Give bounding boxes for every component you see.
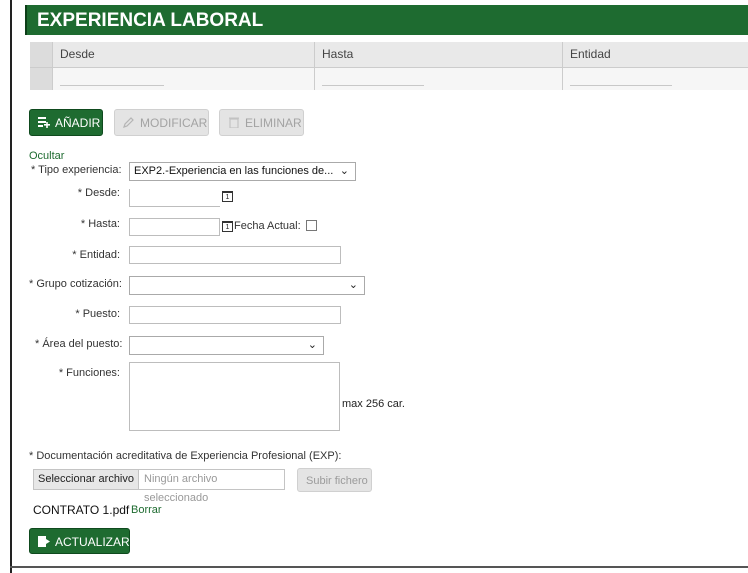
window-frame-bottom bbox=[10, 566, 748, 568]
funciones-textarea[interactable] bbox=[129, 362, 340, 431]
modify-button-label: MODIFICAR bbox=[140, 116, 208, 130]
column-divider bbox=[52, 68, 53, 90]
window-frame-left bbox=[10, 0, 12, 573]
puesto-input[interactable] bbox=[129, 306, 341, 324]
table-header-row: Desde Hasta Entidad bbox=[30, 42, 748, 68]
fecha-actual-label: Fecha Actual: bbox=[234, 220, 301, 232]
grupo-cotizacion-select[interactable]: ⌄ bbox=[129, 276, 365, 295]
edit-icon bbox=[123, 117, 134, 128]
funciones-char-limit: max 256 car. bbox=[342, 398, 405, 410]
cell-underline bbox=[570, 85, 672, 86]
update-button[interactable]: ACTUALIZAR bbox=[29, 528, 130, 554]
table-cell-hasta bbox=[322, 68, 558, 90]
uploaded-file-name[interactable]: CONTRATO 1.pdf bbox=[33, 503, 129, 517]
file-status-text: Ningún archivo seleccionado bbox=[144, 473, 218, 504]
row-selector-header bbox=[30, 42, 52, 67]
table-cell-entidad bbox=[570, 68, 740, 90]
column-header-desde[interactable]: Desde bbox=[60, 42, 95, 67]
chevron-down-icon: ⌄ bbox=[339, 165, 349, 177]
calendar-icon[interactable]: 1 bbox=[222, 191, 233, 202]
puesto-label: * Puesto: bbox=[75, 308, 120, 320]
funciones-label: * Funciones: bbox=[58, 367, 120, 379]
add-button-label: AÑADIR bbox=[55, 116, 101, 130]
select-file-button[interactable]: Seleccionar archivo bbox=[34, 470, 139, 489]
column-divider bbox=[52, 42, 53, 67]
delete-file-link[interactable]: Borrar bbox=[131, 504, 162, 516]
grupo-cotizacion-label: * Grupo cotización: bbox=[29, 278, 122, 290]
hide-toggle-link[interactable]: Ocultar bbox=[29, 150, 64, 162]
hasta-date-input[interactable] bbox=[129, 218, 220, 236]
chevron-down-icon: ⌄ bbox=[307, 339, 317, 351]
column-divider bbox=[314, 68, 315, 90]
file-picker[interactable]: Seleccionar archivo Ningún archivo selec… bbox=[33, 469, 285, 504]
experience-table: Desde Hasta Entidad bbox=[30, 42, 748, 90]
entidad-label: * Entidad: bbox=[72, 249, 120, 261]
calendar-icon[interactable]: 1 bbox=[222, 221, 233, 232]
table-cell-desde bbox=[60, 68, 308, 90]
trash-icon bbox=[229, 117, 239, 128]
desde-date-input[interactable] bbox=[129, 189, 220, 207]
modify-button[interactable]: MODIFICAR bbox=[114, 109, 209, 136]
desde-label: * Desde: bbox=[77, 187, 120, 199]
column-divider bbox=[314, 42, 315, 67]
table-row[interactable] bbox=[30, 68, 748, 90]
cell-underline bbox=[60, 85, 164, 86]
documentation-label: * Documentación acreditativa de Experien… bbox=[29, 450, 342, 462]
update-button-label: ACTUALIZAR bbox=[55, 535, 130, 549]
add-button[interactable]: AÑADIR bbox=[29, 109, 103, 136]
add-list-icon bbox=[38, 117, 50, 128]
entidad-input[interactable] bbox=[129, 246, 341, 264]
delete-button[interactable]: ELIMINAR bbox=[219, 109, 304, 136]
column-divider bbox=[562, 68, 563, 90]
upload-file-button[interactable]: Subir fichero bbox=[297, 468, 372, 492]
hasta-label: * Hasta: bbox=[80, 218, 120, 230]
tipo-experiencia-label: * Tipo experiencia: bbox=[31, 164, 122, 176]
column-divider bbox=[562, 42, 563, 67]
save-icon bbox=[38, 536, 50, 547]
section-title: EXPERIENCIA LABORAL bbox=[25, 5, 748, 35]
tipo-experiencia-select[interactable]: EXP2.-Experiencia en las funciones de...… bbox=[129, 162, 356, 181]
chevron-down-icon: ⌄ bbox=[348, 279, 358, 291]
area-puesto-label: * Área del puesto: bbox=[35, 338, 123, 350]
row-selector[interactable] bbox=[30, 68, 52, 90]
area-puesto-select[interactable]: ⌄ bbox=[129, 336, 324, 355]
cell-underline bbox=[322, 85, 424, 86]
column-header-entidad[interactable]: Entidad bbox=[570, 42, 611, 67]
column-header-hasta[interactable]: Hasta bbox=[322, 42, 353, 67]
fecha-actual-checkbox[interactable] bbox=[306, 220, 317, 231]
delete-button-label: ELIMINAR bbox=[245, 116, 302, 130]
tipo-experiencia-value: EXP2.-Experiencia en las funciones de... bbox=[134, 165, 334, 177]
